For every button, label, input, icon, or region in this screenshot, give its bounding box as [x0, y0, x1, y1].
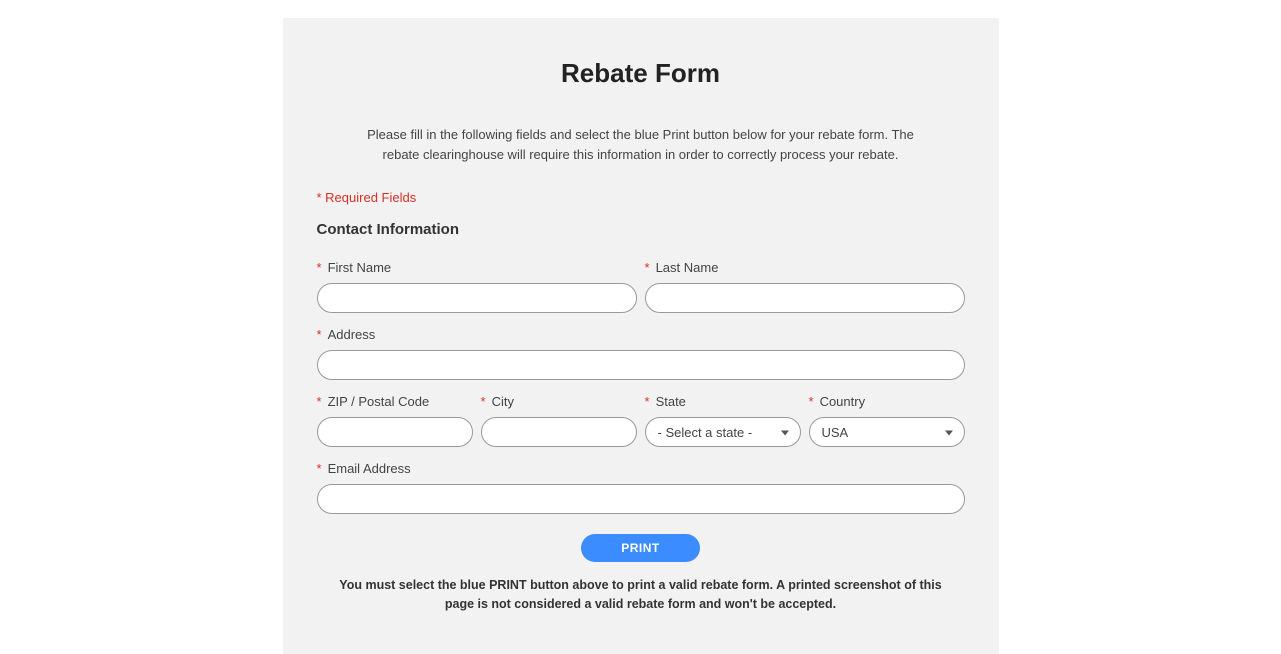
- input-zip[interactable]: [317, 417, 473, 447]
- field-city: * City: [481, 394, 637, 447]
- required-asterisk: *: [645, 394, 650, 409]
- label-text-first-name: First Name: [328, 260, 392, 275]
- required-asterisk: *: [317, 327, 322, 342]
- label-text-last-name: Last Name: [656, 260, 719, 275]
- required-fields-note: * Required Fields: [317, 190, 965, 205]
- section-heading-contact: Contact Information: [317, 221, 965, 238]
- intro-text: Please fill in the following fields and …: [367, 125, 915, 164]
- field-state: * State - Select a state -: [645, 394, 801, 447]
- required-asterisk: *: [317, 394, 322, 409]
- label-first-name: * First Name: [317, 260, 637, 275]
- label-text-city: City: [492, 394, 514, 409]
- label-text-address: Address: [328, 327, 376, 342]
- row-name: * First Name * Last Name: [317, 260, 965, 313]
- input-email[interactable]: [317, 484, 965, 514]
- row-location: * ZIP / Postal Code * City * State - Sel…: [317, 394, 965, 447]
- label-city: * City: [481, 394, 637, 409]
- label-text-email: Email Address: [328, 461, 411, 476]
- label-address: * Address: [317, 327, 965, 342]
- label-email: * Email Address: [317, 461, 965, 476]
- input-address[interactable]: [317, 350, 965, 380]
- select-country[interactable]: USA: [809, 417, 965, 447]
- label-text-zip: ZIP / Postal Code: [328, 394, 430, 409]
- field-last-name: * Last Name: [645, 260, 965, 313]
- print-button-wrap: PRINT: [317, 534, 965, 562]
- required-asterisk: *: [645, 260, 650, 275]
- label-text-state: State: [656, 394, 686, 409]
- required-asterisk: *: [317, 260, 322, 275]
- input-city[interactable]: [481, 417, 637, 447]
- rebate-form-container: Rebate Form Please fill in the following…: [283, 18, 999, 654]
- input-last-name[interactable]: [645, 283, 965, 313]
- label-text-country: Country: [820, 394, 866, 409]
- field-address: * Address: [317, 327, 965, 380]
- label-zip: * ZIP / Postal Code: [317, 394, 473, 409]
- required-asterisk: *: [317, 461, 322, 476]
- select-wrap-state: - Select a state -: [645, 417, 801, 447]
- select-wrap-country: USA: [809, 417, 965, 447]
- label-country: * Country: [809, 394, 965, 409]
- page-title: Rebate Form: [317, 58, 965, 89]
- print-button[interactable]: PRINT: [581, 534, 700, 562]
- row-address: * Address: [317, 327, 965, 380]
- field-first-name: * First Name: [317, 260, 637, 313]
- required-asterisk: *: [481, 394, 486, 409]
- label-state: * State: [645, 394, 801, 409]
- footer-note: You must select the blue PRINT button ab…: [327, 576, 955, 614]
- label-last-name: * Last Name: [645, 260, 965, 275]
- required-asterisk: *: [809, 394, 814, 409]
- select-state[interactable]: - Select a state -: [645, 417, 801, 447]
- field-email: * Email Address: [317, 461, 965, 514]
- row-email: * Email Address: [317, 461, 965, 514]
- field-country: * Country USA: [809, 394, 965, 447]
- field-zip: * ZIP / Postal Code: [317, 394, 473, 447]
- input-first-name[interactable]: [317, 283, 637, 313]
